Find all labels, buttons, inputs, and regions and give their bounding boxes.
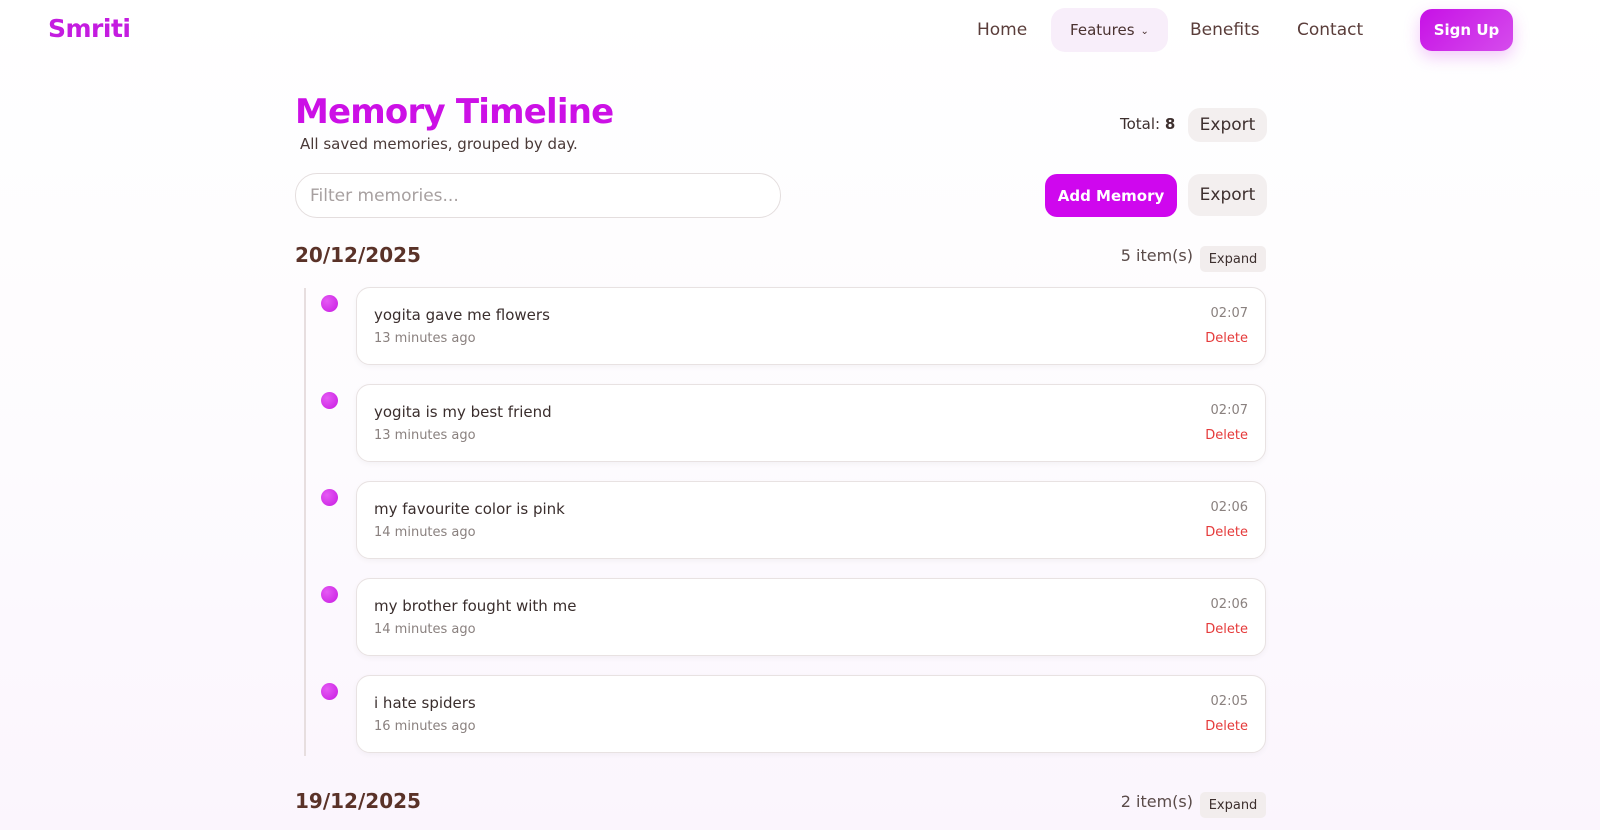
memory-time: 02:07 — [1210, 306, 1248, 321]
memory-text: my favourite color is pink — [374, 500, 565, 518]
delete-button[interactable]: Delete — [1205, 622, 1248, 637]
memory-relative-time: 13 minutes ago — [374, 428, 476, 443]
memory-text: i hate spiders — [374, 694, 476, 712]
add-memory-button[interactable]: Add Memory — [1045, 174, 1177, 217]
delete-button[interactable]: Delete — [1205, 428, 1248, 443]
memory-card[interactable]: my brother fought with me 14 minutes ago… — [356, 578, 1266, 656]
memory-text: my brother fought with me — [374, 597, 577, 615]
memory-text: yogita is my best friend — [374, 403, 552, 421]
day-group-count: 2 item(s) — [1120, 792, 1193, 811]
memory-time: 02:06 — [1210, 500, 1248, 515]
day-group-date: 19/12/2025 — [295, 789, 421, 813]
memory-relative-time: 13 minutes ago — [374, 331, 476, 346]
memory-card[interactable]: my favourite color is pink 14 minutes ag… — [356, 481, 1266, 559]
brand-logo[interactable]: Smriti — [48, 14, 131, 43]
signup-button[interactable]: Sign Up — [1420, 9, 1513, 51]
delete-button[interactable]: Delete — [1205, 719, 1248, 734]
nav-home[interactable]: Home — [977, 8, 1027, 52]
day-group-date: 20/12/2025 — [295, 243, 421, 267]
nav-benefits[interactable]: Benefits — [1190, 8, 1260, 52]
expand-button[interactable]: Expand — [1200, 246, 1266, 272]
nav-contact[interactable]: Contact — [1297, 8, 1363, 52]
timeline-dot — [321, 392, 338, 409]
memory-card[interactable]: yogita is my best friend 13 minutes ago … — [356, 384, 1266, 462]
delete-button[interactable]: Delete — [1205, 331, 1248, 346]
timeline-dot — [321, 586, 338, 603]
memory-relative-time: 14 minutes ago — [374, 525, 476, 540]
timeline-dot — [321, 295, 338, 312]
filter-input[interactable] — [295, 173, 781, 218]
expand-button[interactable]: Expand — [1200, 792, 1266, 818]
total-value: 8 — [1164, 115, 1176, 133]
memory-relative-time: 16 minutes ago — [374, 719, 476, 734]
chevron-down-icon: ⌄ — [1140, 25, 1149, 37]
memory-time: 02:05 — [1210, 694, 1248, 709]
memory-relative-time: 14 minutes ago — [374, 622, 476, 637]
total-label: Total: — [1120, 115, 1161, 133]
nav-features-dropdown[interactable]: Features ⌄ — [1051, 8, 1168, 52]
export-button[interactable]: Export — [1188, 174, 1267, 216]
memory-card[interactable]: yogita gave me flowers 13 minutes ago 02… — [356, 287, 1266, 365]
memory-time: 02:06 — [1210, 597, 1248, 612]
delete-button[interactable]: Delete — [1205, 525, 1248, 540]
timeline-dot — [321, 683, 338, 700]
nav-features-label: Features — [1070, 21, 1135, 39]
memory-text: yogita gave me flowers — [374, 306, 550, 324]
page-title: Memory Timeline — [295, 92, 614, 132]
memory-time: 02:07 — [1210, 403, 1248, 418]
page-subtitle: All saved memories, grouped by day. — [300, 135, 578, 153]
export-button-top[interactable]: Export — [1188, 108, 1267, 142]
memory-card[interactable]: i hate spiders 16 minutes ago 02:05 Dele… — [356, 675, 1266, 753]
timeline-dot — [321, 489, 338, 506]
total-count: Total: 8 — [1120, 115, 1175, 133]
timeline-line — [304, 288, 306, 756]
navbar: Smriti Home Features ⌄ Benefits Contact … — [0, 0, 1600, 60]
day-group-count: 5 item(s) — [1120, 246, 1193, 265]
